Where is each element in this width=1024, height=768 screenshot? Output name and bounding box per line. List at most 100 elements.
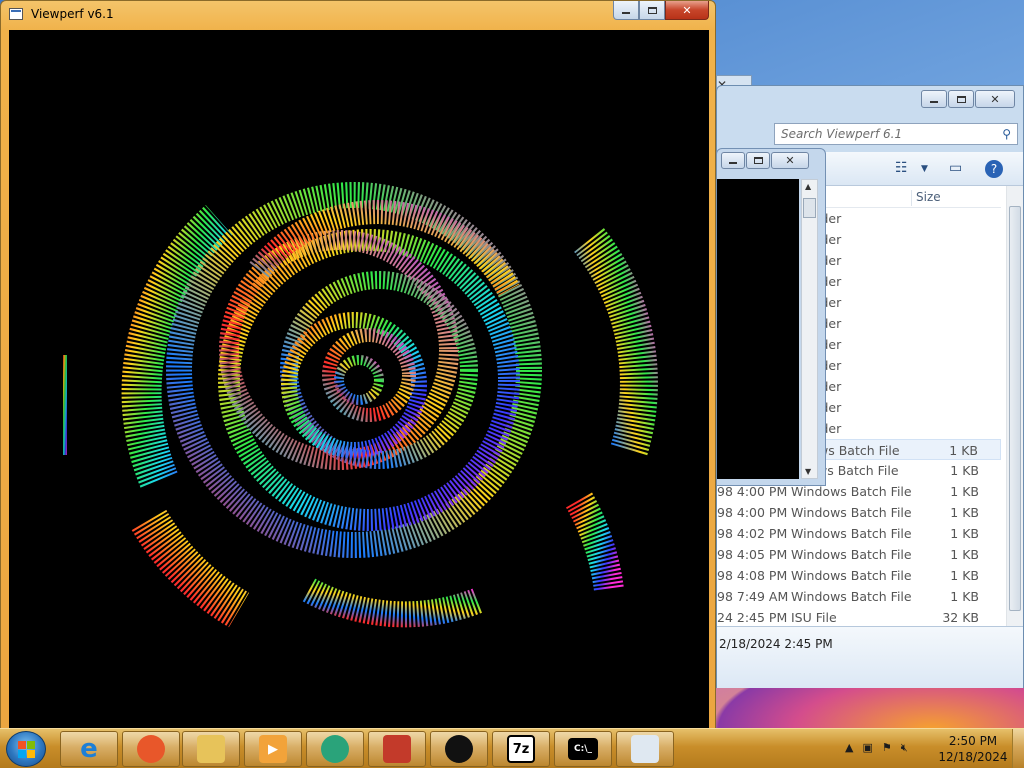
size-column-header[interactable]: Size	[911, 190, 941, 206]
file-explorer-icon	[197, 735, 225, 763]
taskbar: e ▶ 7z C:\_ ▲ ▣ ⚑ 🔇︎ 2:50 PM 12/18/2024	[0, 728, 1024, 768]
clock-time: 2:50 PM	[948, 734, 998, 748]
list-item[interactable]: 98 7:49 AM Windows Batch File 1 KB	[717, 586, 1001, 607]
item-date: 98 4:08 PM	[717, 568, 788, 583]
network-icon[interactable]: ▣	[862, 741, 872, 755]
maximize-icon	[647, 6, 657, 14]
list-item[interactable]: 98 4:05 PM Windows Batch File 1 KB	[717, 544, 1001, 565]
list-item[interactable]: 98 4:00 PM Windows Batch File 1 KB	[717, 502, 1001, 523]
taskbar-button-github[interactable]	[430, 731, 488, 767]
scroll-up-icon[interactable]: ▲	[805, 182, 811, 191]
item-type: ISU File	[791, 610, 837, 625]
search-icon[interactable]: ⚲	[1002, 127, 1011, 141]
taskbar-button-internet-explorer[interactable]: e	[60, 731, 118, 767]
window-title: Viewperf v6.1	[31, 7, 114, 21]
minimize-icon	[930, 100, 938, 103]
item-size: 32 KB	[942, 610, 979, 625]
viewperf-window-icon	[631, 735, 659, 763]
scrollbar-thumb[interactable]	[1009, 206, 1021, 611]
taskbar-button-media-center[interactable]	[306, 731, 364, 767]
item-date: 98 7:49 AM	[717, 589, 789, 604]
item-type: Windows Batch File	[791, 505, 912, 520]
preview-pane-icon[interactable]: ▭	[949, 160, 962, 176]
windows-logo-icon	[18, 741, 36, 759]
list-item[interactable]: 98 4:02 PM Windows Batch File 1 KB	[717, 523, 1001, 544]
item-type: Windows Batch File	[791, 547, 912, 562]
close-button[interactable]: ✕	[975, 90, 1015, 108]
item-size: 1 KB	[949, 443, 978, 458]
item-type: Windows Batch File	[791, 589, 912, 604]
taskbar-button-file-explorer[interactable]	[182, 731, 240, 767]
window-caption-buttons: ✕	[721, 152, 809, 169]
maximize-button[interactable]	[948, 90, 974, 108]
list-item[interactable]: 98 4:08 PM Windows Batch File 1 KB	[717, 565, 1001, 586]
view-options-icon[interactable]: ☷	[895, 160, 908, 176]
start-button[interactable]	[6, 731, 46, 767]
taskbar-button-media-player[interactable]: ▶	[244, 731, 302, 767]
firefox-icon	[137, 735, 165, 763]
vertical-scrollbar[interactable]	[1006, 186, 1023, 626]
media-center-icon	[321, 735, 349, 763]
item-type: Windows Batch File	[791, 526, 912, 541]
item-type: ws Batch File	[818, 443, 900, 458]
close-icon: ✕	[682, 3, 692, 17]
list-item[interactable]: 24 2:45 PM ISU File 32 KB	[717, 607, 1001, 628]
chevron-down-icon[interactable]: ▼	[921, 164, 928, 174]
search-input[interactable]: Search Viewperf 6.1 ⚲	[774, 123, 1018, 145]
item-date: 98 4:02 PM	[717, 526, 788, 541]
close-icon: ✕	[785, 154, 795, 167]
item-size: 1 KB	[950, 547, 979, 562]
toolbox-icon	[383, 735, 411, 763]
7zip-icon: 7z	[507, 735, 535, 763]
search-placeholder: Search Viewperf 6.1	[781, 127, 903, 141]
show-desktop-button[interactable]	[1012, 729, 1024, 768]
item-type: Windows Batch File	[791, 484, 912, 499]
github-icon	[445, 735, 473, 763]
minimize-button[interactable]	[921, 90, 947, 108]
minimize-button[interactable]	[613, 1, 639, 20]
media-player-icon: ▶	[259, 735, 287, 763]
action-center-flag-icon[interactable]: ⚑	[882, 741, 892, 755]
rendered-rainbow-rings	[63, 182, 658, 628]
minimize-icon	[622, 11, 630, 14]
details-pane: 2/18/2024 2:45 PM	[717, 626, 1023, 688]
system-tray: ▲ ▣ ⚑ 🔇︎	[845, 741, 908, 755]
taskbar-button-firefox[interactable]	[122, 731, 180, 767]
scroll-down-icon[interactable]: ▼	[805, 467, 811, 476]
item-type: Windows Batch File	[791, 568, 912, 583]
taskbar-button-7zip[interactable]: 7z	[492, 731, 550, 767]
taskbar-button-viewperf-window[interactable]	[616, 731, 674, 767]
item-size: 1 KB	[950, 505, 979, 520]
viewperf-window[interactable]: Viewperf v6.1 ✕	[0, 0, 716, 730]
taskbar-button-toolbox[interactable]	[368, 731, 426, 767]
app-window-icon[interactable]	[9, 8, 23, 20]
maximize-button[interactable]	[639, 1, 665, 20]
show-hidden-icons-icon[interactable]: ▲	[845, 741, 853, 755]
item-date: 98 4:00 PM	[717, 505, 788, 520]
console-scrollbar[interactable]: ▲ ▼	[801, 179, 818, 479]
item-size: 1 KB	[950, 568, 979, 583]
item-date: 98 4:05 PM	[717, 547, 788, 562]
item-size: 1 KB	[950, 526, 979, 541]
clock-date: 12/18/2024	[938, 750, 1008, 764]
item-size: 1 KB	[950, 484, 979, 499]
render-viewport[interactable]	[9, 30, 709, 728]
item-size: 1 KB	[950, 589, 979, 604]
maximize-icon	[753, 157, 763, 164]
minimize-button[interactable]	[721, 152, 745, 169]
clock[interactable]: 2:50 PM 12/18/2024	[938, 733, 1008, 765]
volume-muted-icon[interactable]: 🔇︎	[901, 741, 908, 755]
maximize-button[interactable]	[746, 152, 770, 169]
taskbar-button-command-prompt[interactable]: C:\_	[554, 731, 612, 767]
minimize-icon	[729, 162, 737, 164]
window-caption-buttons: ✕	[613, 1, 709, 20]
window-caption-buttons: ✕	[921, 90, 1015, 108]
scrollbar-thumb[interactable]	[803, 198, 816, 218]
close-button[interactable]: ✕	[771, 152, 809, 169]
close-button[interactable]: ✕	[665, 1, 709, 20]
close-icon: ✕	[990, 92, 1000, 106]
item-date: 24 2:45 PM	[717, 610, 788, 625]
console-window[interactable]: ✕ ▲ ▼	[716, 148, 826, 486]
console-output	[717, 179, 799, 479]
help-icon[interactable]: ?	[985, 160, 1003, 178]
